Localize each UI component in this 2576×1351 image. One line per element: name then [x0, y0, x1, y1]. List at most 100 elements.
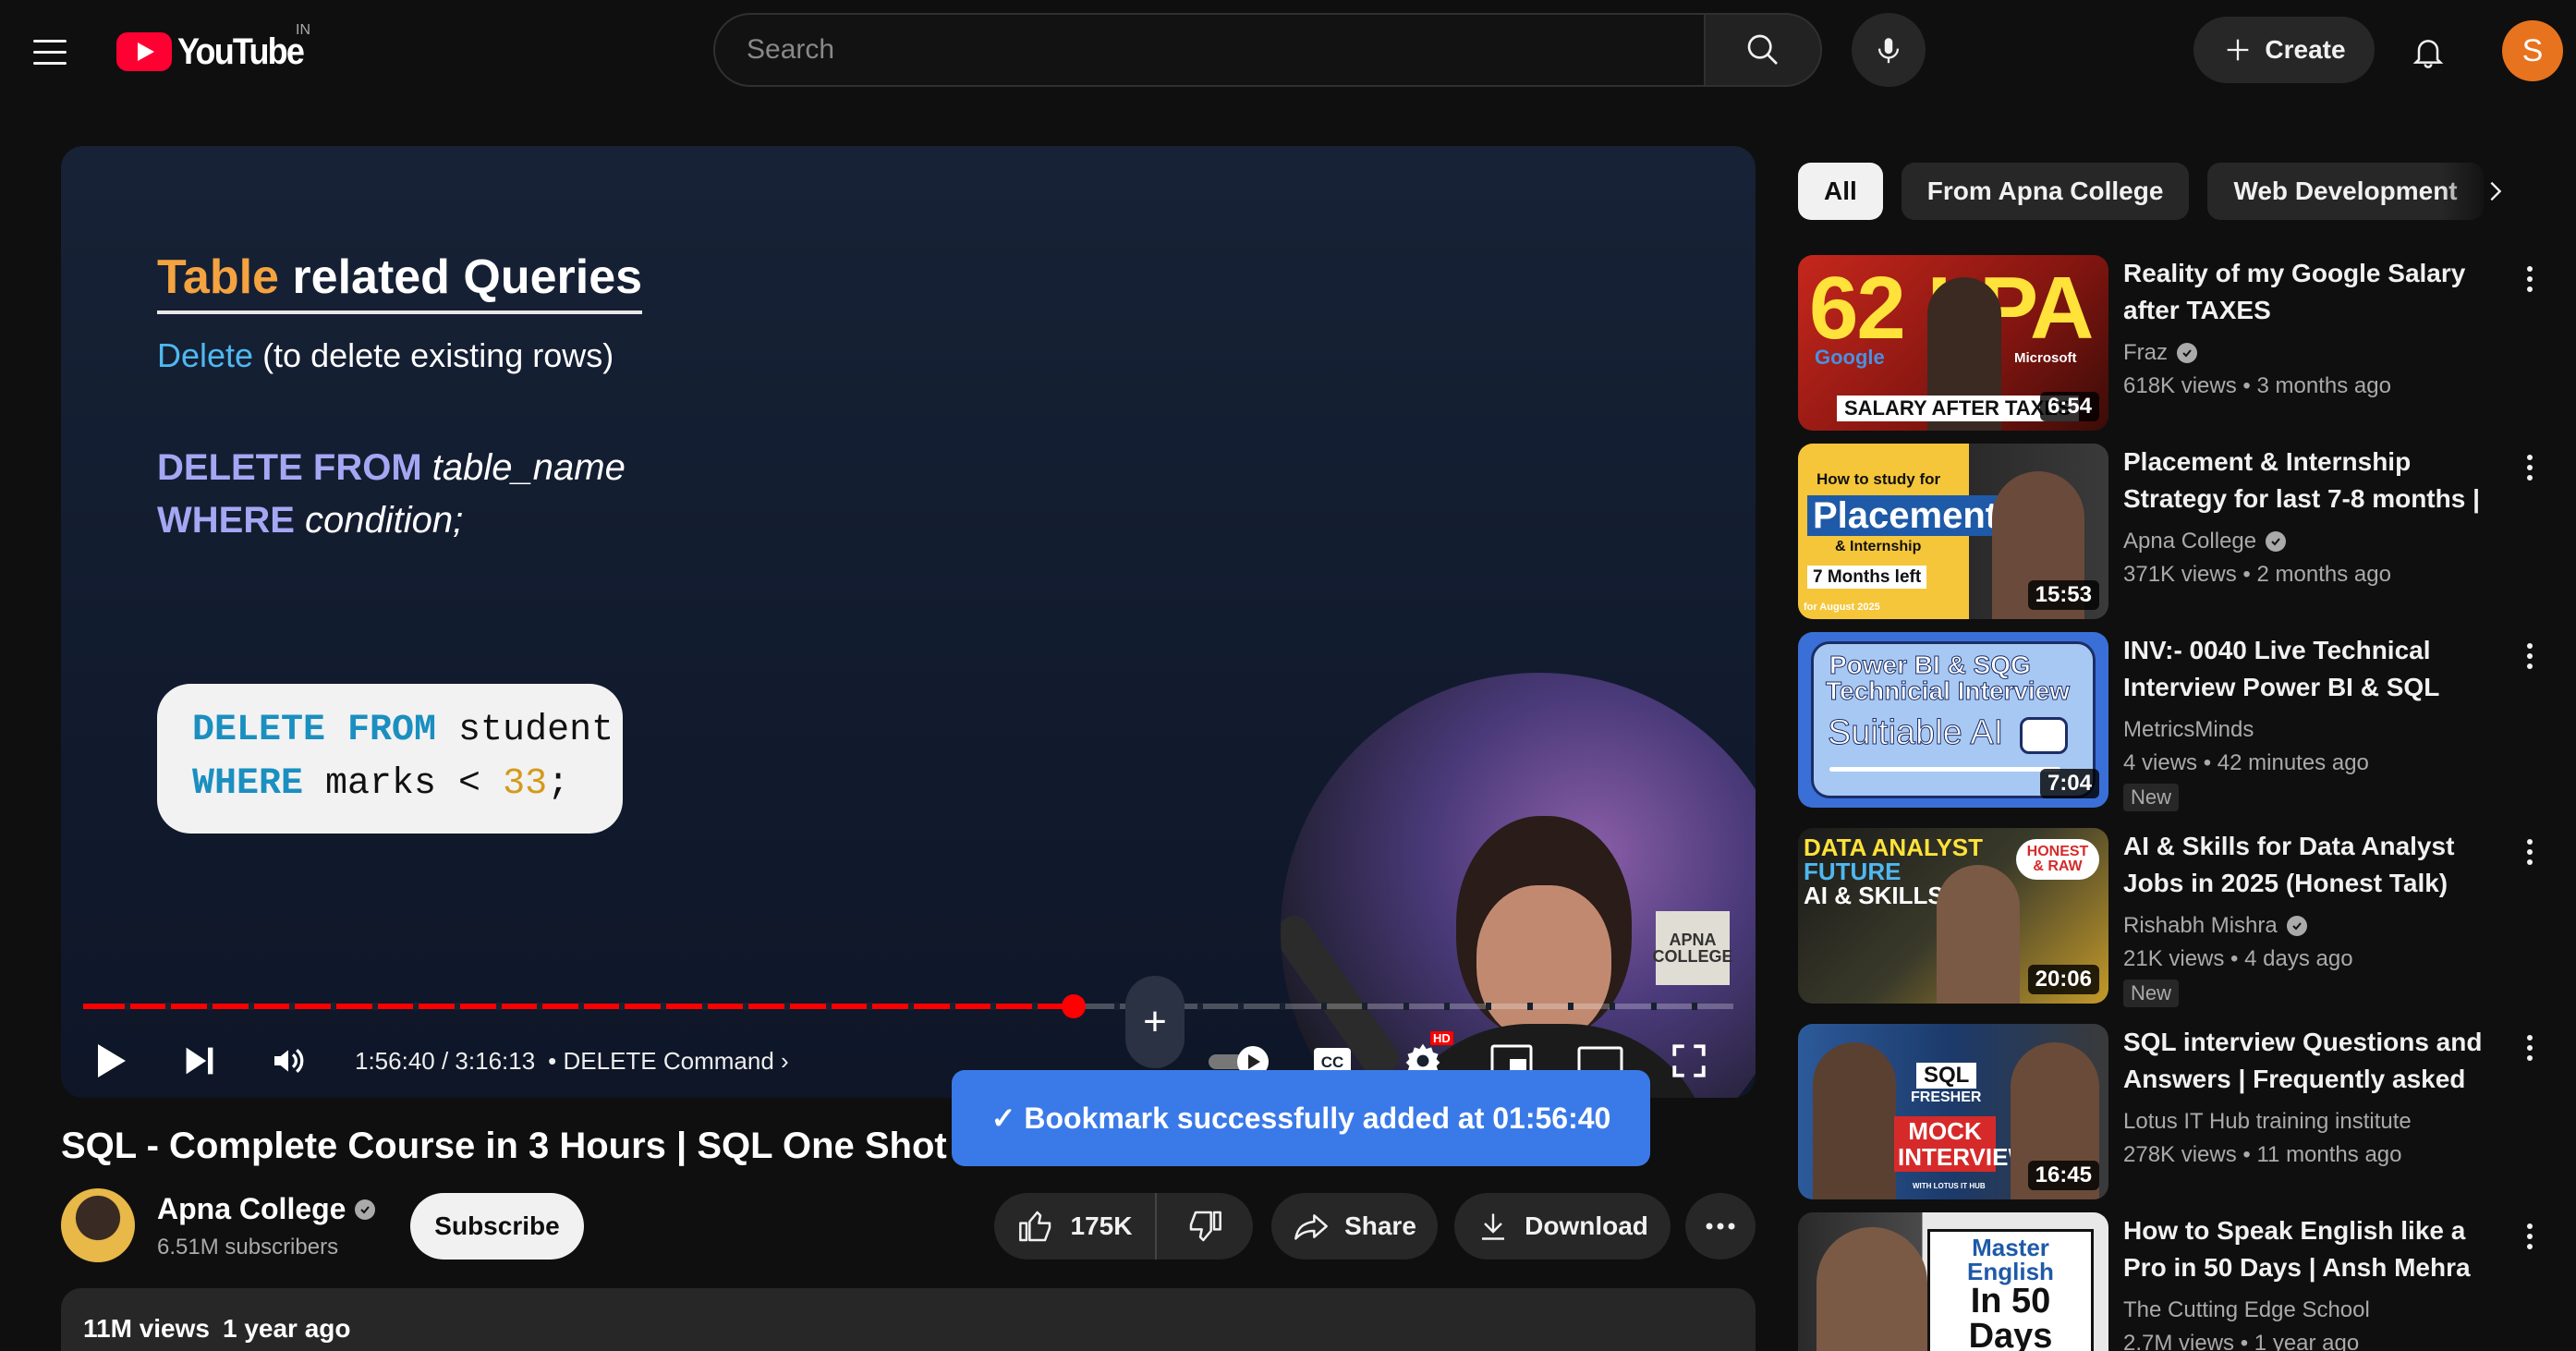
search-input[interactable] — [713, 13, 1704, 87]
recommended-video[interactable]: How to study for Placement & Internship … — [1798, 444, 2556, 619]
video-title[interactable]: Reality of my Google Salary after TAXES — [2123, 255, 2511, 329]
volume-icon — [274, 1049, 304, 1073]
more-options-icon[interactable] — [2509, 1216, 2550, 1257]
thumbnail-text: SQL — [1916, 1063, 1977, 1089]
upload-age: 2 months ago — [2256, 562, 2391, 587]
video-thumbnail[interactable]: DATA ANALYST FUTURE AI & SKILLS HONEST &… — [1798, 828, 2108, 1004]
thumbnail-text: Power BI & SQG — [1829, 651, 2032, 679]
like-count: 175K — [1070, 1211, 1133, 1240]
verified-icon — [2266, 531, 2287, 552]
code-number: 33 — [503, 763, 548, 805]
voice-search-button[interactable] — [1852, 13, 1926, 87]
verified-icon — [2286, 916, 2307, 936]
video-meta: 4 views • 42 minutes ago — [2123, 750, 2369, 775]
slide-code-example: DELETE FROM student WHERE marks < 33; — [157, 684, 623, 834]
view-count: 21K views — [2123, 946, 2225, 971]
video-thumbnail[interactable]: Master English In 50 Days — [1798, 1212, 2108, 1351]
dislike-button[interactable] — [1157, 1193, 1253, 1260]
more-actions-button[interactable] — [1685, 1193, 1756, 1260]
channel-avatar[interactable] — [61, 1188, 135, 1262]
slide-sub-highlight: Delete — [157, 336, 254, 374]
chip-from-channel[interactable]: From Apna College — [1901, 163, 2190, 220]
chip-all[interactable]: All — [1798, 163, 1883, 220]
search-button[interactable] — [1704, 13, 1822, 87]
share-button[interactable]: Share — [1271, 1193, 1438, 1260]
chapter-divider — [1279, 1003, 1285, 1010]
video-meta: 2.7M views • 1 year ago — [2123, 1331, 2359, 1351]
chapter-link[interactable]: • DELETE Command › — [548, 1047, 789, 1076]
volume-button[interactable] — [251, 1024, 325, 1098]
plus-icon: + — [1143, 999, 1167, 1044]
more-options-icon[interactable] — [2509, 636, 2550, 676]
create-button[interactable]: Create — [2193, 17, 2375, 83]
share-label: Share — [1344, 1211, 1416, 1240]
upload-age: 42 minutes ago — [2217, 750, 2369, 775]
channel-name[interactable]: The Cutting Edge School — [2123, 1297, 2370, 1323]
more-options-icon[interactable] — [2509, 1028, 2550, 1068]
chips-next-button[interactable] — [2467, 163, 2524, 220]
chapter-divider — [1197, 1003, 1203, 1010]
notifications-button[interactable] — [2402, 26, 2454, 78]
add-bookmark-button[interactable]: + — [1125, 976, 1185, 1068]
thumbnail-play-icon — [2020, 717, 2068, 754]
svg-text:CC: CC — [1321, 1053, 1344, 1071]
logo-text: YouTube — [177, 30, 305, 72]
video-thumbnail[interactable]: Power BI & SQG Technicial Interview Suit… — [1798, 632, 2108, 808]
video-title[interactable]: INV:- 0040 Live Technical Interview Powe… — [2123, 632, 2511, 706]
chapter-divider — [1031, 1003, 1038, 1010]
more-options-icon[interactable] — [2509, 259, 2550, 299]
sql-keyword: WHERE — [157, 500, 295, 541]
scrubber-handle[interactable] — [1061, 994, 1086, 1018]
country-code: IN — [296, 22, 310, 38]
chapter-divider — [661, 1003, 667, 1010]
fullscreen-button[interactable] — [1652, 1024, 1726, 1098]
chapter-divider — [248, 1003, 254, 1010]
view-count: 4 views — [2123, 750, 2198, 775]
chapter-divider — [825, 1003, 832, 1010]
chapter-divider — [413, 1003, 419, 1010]
channel-name[interactable]: Fraz — [2123, 340, 2168, 366]
description-box[interactable]: 11M views 1 year ago — [61, 1288, 1756, 1351]
more-options-icon[interactable] — [2509, 832, 2550, 872]
chapter-divider — [743, 1003, 749, 1010]
channel-name[interactable]: MetricsMinds — [2123, 717, 2254, 743]
thumbnail-text: DATA ANALYST — [1804, 834, 1984, 861]
video-title[interactable]: How to Speak English like a Pro in 50 Da… — [2123, 1212, 2511, 1286]
video-title[interactable]: SQL interview Questions and Answers | Fr… — [2123, 1024, 2511, 1098]
recommended-video[interactable]: SQL FRESHER MOCK INTERVIEW WITH LOTUS IT… — [1798, 1024, 2556, 1199]
code-text: ; — [547, 763, 570, 805]
thumbnail-text: Suitiable AI — [1827, 713, 2004, 752]
chapter-divider — [206, 1003, 213, 1010]
video-title[interactable]: AI & Skills for Data Analyst Jobs in 202… — [2123, 828, 2511, 902]
download-button[interactable]: Download — [1454, 1193, 1671, 1260]
play-button[interactable] — [74, 1024, 148, 1098]
progress-bar[interactable] — [83, 994, 1733, 1018]
more-options-icon[interactable] — [2509, 447, 2550, 488]
channel-name[interactable]: Apna College — [157, 1192, 346, 1226]
sql-text: table_name — [421, 447, 626, 488]
recommended-video[interactable]: Power BI & SQG Technicial Interview Suit… — [1798, 632, 2556, 811]
account-avatar[interactable]: S — [2502, 20, 2563, 81]
youtube-logo[interactable]: YouTube — [116, 28, 317, 76]
channel-name[interactable]: Rishabh Mishra — [2123, 913, 2278, 939]
channel-name[interactable]: Lotus IT Hub training institute — [2123, 1109, 2412, 1135]
video-thumbnail[interactable]: How to study for Placement & Internship … — [1798, 444, 2108, 619]
recommended-video[interactable]: 62 LPA Google Microsoft SALARY AFTER TAX… — [1798, 255, 2556, 431]
recommended-video[interactable]: DATA ANALYST FUTURE AI & SKILLS HONEST &… — [1798, 828, 2556, 1007]
next-button[interactable] — [163, 1024, 237, 1098]
video-thumbnail[interactable]: 62 LPA Google Microsoft SALARY AFTER TAX… — [1798, 255, 2108, 431]
like-button[interactable]: 175K — [994, 1193, 1157, 1260]
thumbnail-text: HONEST & RAW — [2016, 839, 2099, 880]
channel-name-row[interactable]: Apna College — [157, 1192, 376, 1226]
subscribe-button[interactable]: Subscribe — [410, 1193, 584, 1260]
chapter-divider — [371, 1003, 378, 1010]
recommended-video[interactable]: Master English In 50 Days How to Speak E… — [1798, 1212, 2556, 1351]
video-title[interactable]: Placement & Internship Strategy for last… — [2123, 444, 2511, 517]
thumbnail-text: for August 2025 — [1804, 602, 1880, 613]
menu-icon[interactable] — [24, 26, 76, 78]
channel-name[interactable]: Apna College — [2123, 529, 2256, 554]
upload-age: 1 year ago — [222, 1314, 351, 1343]
thumbnail-text: 7 Months left — [1807, 566, 1927, 589]
video-thumbnail[interactable]: SQL FRESHER MOCK INTERVIEW WITH LOTUS IT… — [1798, 1024, 2108, 1199]
video-player[interactable]: Table related Queries Delete (to delete … — [61, 146, 1756, 1098]
